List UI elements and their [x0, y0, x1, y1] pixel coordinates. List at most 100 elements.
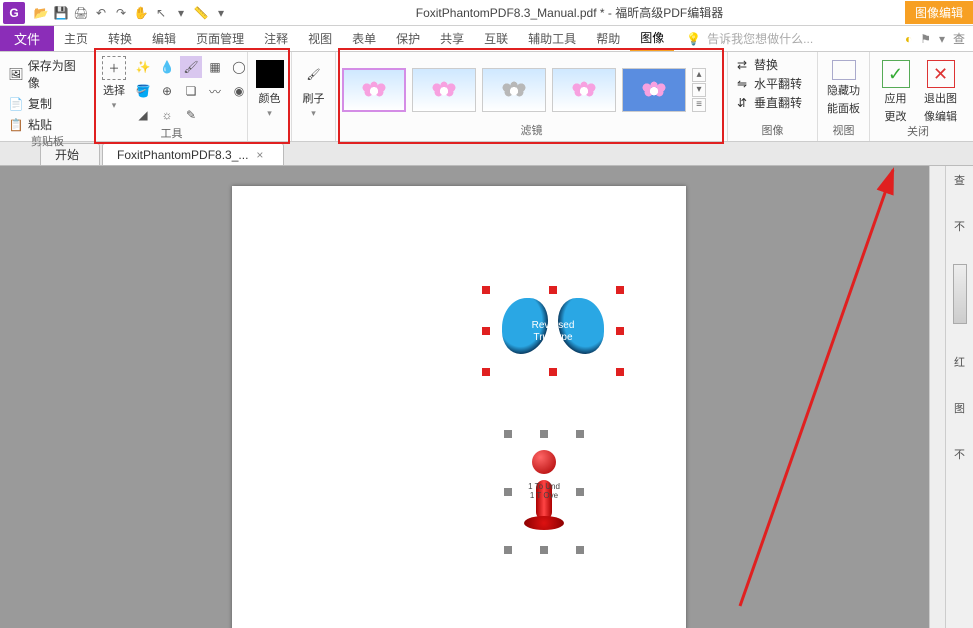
hand-icon[interactable]: ✋	[132, 4, 150, 22]
group-close: ✓ 应用 更改 ✕ 退出图 像编辑 关闭	[870, 52, 966, 141]
dodge-icon[interactable]: ☼	[156, 104, 178, 126]
redo-icon[interactable]: ↷	[112, 4, 130, 22]
canvas[interactable]: ReversedTruetype 1 To Und1 T Ove	[0, 166, 929, 628]
bulb-icon: 💡	[686, 32, 701, 46]
more-icon[interactable]: ▾	[212, 4, 230, 22]
file-menu[interactable]: 文件	[0, 26, 54, 51]
selected-image-chess[interactable]: 1 To Und1 T Ove	[508, 434, 580, 550]
texture-icon[interactable]: ▦	[204, 56, 226, 78]
selected-image-butterfly[interactable]: ReversedTruetype	[486, 290, 620, 372]
magic-wand-icon[interactable]: ✨	[132, 56, 154, 78]
filter-preset-2[interactable]	[412, 68, 476, 112]
paste-button[interactable]: 📋粘贴	[6, 115, 89, 134]
marquee-select-icon[interactable]: ＋	[102, 56, 126, 80]
tab-home[interactable]: 主页	[54, 26, 98, 51]
stamp-icon[interactable]: ⊕	[156, 80, 178, 102]
tab-document-label: FoxitPhantomPDF8.3_...	[117, 148, 248, 162]
ruler-icon[interactable]: 📏	[192, 4, 210, 22]
search-label[interactable]: 查	[953, 30, 965, 47]
undo-icon[interactable]: ↶	[92, 4, 110, 22]
tab-image[interactable]: 图像	[630, 26, 674, 51]
mode-dropdown-icon[interactable]: ▾	[172, 4, 190, 22]
smudge-icon[interactable]: 〰	[204, 80, 226, 102]
group-image-ops: ⇄替换 ⇋水平翻转 ⇵垂直翻转 图像	[728, 52, 818, 141]
quick-access-toolbar: 📂 💾 🖨 ↶ ↷ ✋ ↖ ▾ 📏 ▾	[28, 4, 234, 22]
group-view-label: 视图	[824, 123, 863, 139]
copy-button[interactable]: 📄复制	[6, 94, 89, 113]
group-color: 颜色 ▾	[248, 52, 292, 141]
color-button[interactable]: 颜色 ▾	[254, 56, 285, 119]
flip-h-label: 水平翻转	[754, 75, 802, 92]
tab-comment[interactable]: 注释	[254, 26, 298, 51]
copy-label: 复制	[28, 95, 52, 112]
tab-page-manage[interactable]: 页面管理	[186, 26, 254, 51]
rp-item-2[interactable]: 红	[954, 354, 965, 370]
tell-me-search[interactable]: 💡 告诉我您想做什么...	[674, 26, 897, 51]
panel-icon	[832, 60, 856, 80]
filter-scroll-up[interactable]: ▴	[692, 68, 706, 82]
rp-item-1[interactable]: 不	[954, 218, 965, 234]
filter-preset-3[interactable]	[482, 68, 546, 112]
tab-document[interactable]: FoxitPhantomPDF8.3_... ×	[102, 143, 284, 165]
pointer-icon[interactable]: ↖	[152, 4, 170, 22]
vertical-scrollbar[interactable]	[929, 166, 945, 628]
hide-panel-l1: 隐藏功	[827, 82, 860, 98]
blur-icon[interactable]: ◉	[228, 80, 250, 102]
filter-scroll-down[interactable]: ▾	[692, 83, 706, 97]
eraser-icon[interactable]: ❏	[180, 80, 202, 102]
tab-help[interactable]: 帮助	[586, 26, 630, 51]
tab-accessibility[interactable]: 辅助工具	[518, 26, 586, 51]
tab-view[interactable]: 视图	[298, 26, 342, 51]
group-tools-label: 工具	[102, 126, 241, 142]
brush-icon: 🖌	[300, 60, 328, 88]
rp-item-0[interactable]: 查	[954, 172, 965, 188]
save-as-image-button[interactable]: 🖼保存为图像	[6, 56, 89, 92]
sharpen-icon[interactable]: ◢	[132, 104, 154, 126]
ribbon: 🖼保存为图像 📄复制 📋粘贴 剪贴板 ＋ 选择 ▾ ✨ 💧 🖌 ▦ ◯ 🪣 ⊕	[0, 52, 973, 142]
apply-changes-button[interactable]: ✓ 应用 更改	[876, 56, 915, 124]
filter-expand[interactable]: ≡	[692, 98, 706, 112]
print-icon[interactable]: 🖨	[72, 4, 90, 22]
open-icon[interactable]: 📂	[32, 4, 50, 22]
sync-icon[interactable]: ◐	[905, 32, 912, 46]
bucket-icon[interactable]: 🪣	[132, 80, 154, 102]
right-side-panel: 查 不 红 图 不	[945, 166, 973, 628]
filter-preset-1[interactable]	[342, 68, 406, 112]
filter-preset-4[interactable]	[552, 68, 616, 112]
rp-slider[interactable]	[953, 264, 967, 324]
tab-protect[interactable]: 保护	[386, 26, 430, 51]
lasso-icon[interactable]: ◯	[228, 56, 250, 78]
rp-item-3[interactable]: 图	[954, 400, 965, 416]
document-tabstrip: 开始 FoxitPhantomPDF8.3_... ×	[0, 142, 973, 166]
flip-horizontal-button[interactable]: ⇋水平翻转	[734, 75, 802, 92]
color-swatch-icon	[256, 60, 284, 88]
hide-panel-button[interactable]: 隐藏功 能面板	[824, 56, 863, 116]
flip-vertical-button[interactable]: ⇵垂直翻转	[734, 94, 802, 111]
flag-icon[interactable]: ⚑	[920, 32, 931, 46]
tab-share[interactable]: 共享	[430, 26, 474, 51]
brush-tool-icon[interactable]: 🖌	[180, 56, 202, 78]
group-brush: 🖌 刷子 ▾	[292, 52, 336, 141]
eyedropper-icon[interactable]: 💧	[156, 56, 178, 78]
tab-convert[interactable]: 转换	[98, 26, 142, 51]
tab-connect[interactable]: 互联	[474, 26, 518, 51]
tell-me-placeholder: 告诉我您想做什么...	[707, 30, 813, 47]
dropdown-icon[interactable]: ▾	[939, 32, 945, 46]
chess-text-2: 1 T Ove	[530, 491, 558, 500]
brush-button[interactable]: 🖌 刷子 ▾	[298, 56, 329, 119]
tab-form[interactable]: 表单	[342, 26, 386, 51]
group-view: 隐藏功 能面板 视图	[818, 52, 870, 141]
save-icon[interactable]: 💾	[52, 4, 70, 22]
window-title: FoxitPhantomPDF8.3_Manual.pdf * - 福昕高级PD…	[234, 4, 905, 21]
replace-button[interactable]: ⇄替换	[734, 56, 802, 73]
pen-icon[interactable]: ✎	[180, 104, 202, 126]
rp-item-4[interactable]: 不	[954, 446, 965, 462]
filter-preset-5[interactable]	[622, 68, 686, 112]
exit-image-edit-button[interactable]: ✕ 退出图 像编辑	[921, 56, 960, 124]
close-icon: ✕	[927, 60, 955, 88]
tab-close-icon[interactable]: ×	[256, 148, 263, 162]
tab-edit[interactable]: 编辑	[142, 26, 186, 51]
chess-text-1: 1 To Und	[528, 482, 560, 491]
group-tools: ＋ 选择 ▾ ✨ 💧 🖌 ▦ ◯ 🪣 ⊕ ❏ 〰 ◉ ◢ ☼ ✎ 工具	[96, 52, 248, 141]
save-image-icon: 🖼	[8, 66, 24, 82]
